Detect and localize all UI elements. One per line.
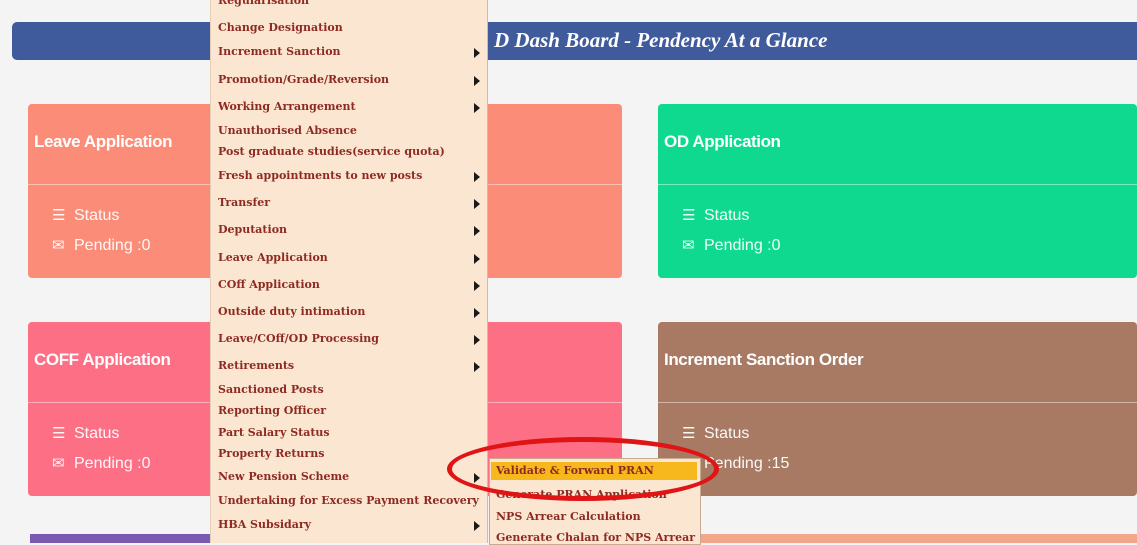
caret-right-icon <box>474 172 480 182</box>
menu-item[interactable]: Change Designation <box>218 21 343 34</box>
annotation-ellipse <box>447 437 719 501</box>
envelope-icon: ✉ <box>52 237 65 254</box>
caret-right-icon <box>474 254 480 264</box>
menu-item[interactable]: Part Salary Status <box>218 426 330 439</box>
pending-count: Pending :0 <box>704 237 781 254</box>
menu-item[interactable]: HBA Subsidary <box>218 518 311 531</box>
pending-row: ✉ Pending :0 <box>52 454 151 473</box>
card-header: OD Application <box>658 104 1137 185</box>
caret-right-icon <box>474 103 480 113</box>
caret-right-icon <box>474 48 480 58</box>
submenu-item[interactable]: NPS Arrear Calculation <box>496 510 641 523</box>
menu-item[interactable]: Fresh appointments to new posts <box>218 169 422 182</box>
card-header: Increment Sanction Order <box>658 322 1137 403</box>
pending-count: Pending :0 <box>74 455 151 472</box>
caret-right-icon <box>474 308 480 318</box>
status-label: Status <box>74 207 120 224</box>
page-title: D Dash Board - Pendency At a Glance <box>494 28 828 52</box>
menu-item[interactable]: Regularisation <box>218 0 309 7</box>
menu-item[interactable]: Promotion/Grade/Reversion <box>218 73 389 86</box>
card-title: OD Application <box>664 132 781 151</box>
menu-item[interactable]: Transfer <box>218 196 270 209</box>
status-label: Status <box>704 425 750 442</box>
menu-item[interactable]: COff Application <box>218 278 320 291</box>
pending-row: ✉ Pending :0 <box>52 236 151 255</box>
menu-item[interactable]: Deputation <box>218 223 287 236</box>
list-icon: ☰ <box>52 425 66 442</box>
card-title: Leave Application <box>34 132 173 151</box>
status-label: Status <box>704 207 750 224</box>
dropdown-menu: Regularisation Change Designation Incremen… <box>210 0 488 543</box>
caret-right-icon <box>474 76 480 86</box>
menu-item[interactable]: Unauthorised Absence <box>218 124 357 137</box>
list-icon: ☰ <box>52 207 66 224</box>
menu-item[interactable]: Outside duty intimation <box>218 305 365 318</box>
list-icon: ☰ <box>682 207 696 224</box>
status-row[interactable]: ☰ Status <box>52 424 119 443</box>
caret-right-icon <box>474 335 480 345</box>
menu-item[interactable]: Leave/COff/OD Processing <box>218 332 379 345</box>
menu-item[interactable]: Post graduate studies(service quota) <box>218 145 445 158</box>
caret-right-icon <box>474 199 480 209</box>
increment-sanction-card[interactable]: Increment Sanction Order ☰Status ✉Pendin… <box>658 322 1137 496</box>
caret-right-icon <box>474 226 480 236</box>
card-title: COFF Application <box>34 350 171 369</box>
menu-item[interactable]: New Pension Scheme <box>218 470 349 483</box>
pending-row: ✉ Pending :0 <box>682 236 781 255</box>
dashboard-banner: D Dash Board - Pendency At a Glance <box>12 22 1137 60</box>
envelope-icon: ✉ <box>682 237 695 254</box>
menu-item[interactable]: Retirements <box>218 359 294 372</box>
caret-right-icon <box>474 281 480 291</box>
pending-count: Pending :0 <box>74 237 151 254</box>
menu-item[interactable]: Working Arrangement <box>218 100 356 113</box>
status-row[interactable]: ☰ Status <box>52 206 119 225</box>
list-icon: ☰ <box>682 425 696 442</box>
status-row[interactable]: ☰ Status <box>682 206 749 225</box>
menu-item[interactable]: Reporting Officer <box>218 404 326 417</box>
menu-item[interactable]: Leave Application <box>218 251 328 264</box>
menu-item[interactable]: Increment Sanction <box>218 45 341 58</box>
menu-item[interactable]: Sanctioned Posts <box>218 383 324 396</box>
next-card-edge <box>700 534 1137 543</box>
card-title: Increment Sanction Order <box>664 350 864 369</box>
envelope-icon: ✉ <box>52 455 65 472</box>
caret-right-icon <box>474 362 480 372</box>
menu-item[interactable]: Undertaking for Excess Payment Recovery <box>218 494 479 507</box>
menu-item[interactable]: Property Returns <box>218 447 324 460</box>
submenu-item[interactable]: Generate Chalan for NPS Arrear <box>496 531 695 544</box>
caret-right-icon <box>474 521 480 531</box>
status-label: Status <box>74 425 120 442</box>
next-card-edge <box>30 534 210 543</box>
status-row[interactable]: ☰ Status <box>682 424 749 443</box>
od-application-card[interactable]: OD Application ☰ Status ✉ Pending :0 <box>658 104 1137 278</box>
